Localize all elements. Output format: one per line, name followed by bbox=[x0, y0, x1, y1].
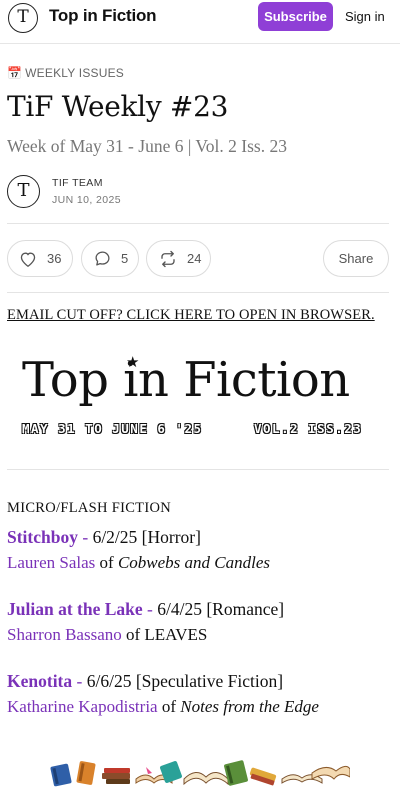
open-in-browser-link[interactable]: EMAIL CUT OFF? CLICK HERE TO OPEN IN BRO… bbox=[7, 307, 375, 324]
story-genre: [Horror] bbox=[141, 527, 201, 547]
publication-name: Cobwebs and Candles bbox=[117, 553, 271, 572]
banner-volume: VOL.2 ISS.23 bbox=[254, 421, 363, 436]
book-icon bbox=[249, 767, 277, 786]
story-link[interactable]: Julian at the Lake bbox=[7, 599, 143, 619]
author-link[interactable]: Lauren Salas bbox=[7, 553, 95, 572]
post-date: JUN 10, 2025 bbox=[52, 194, 122, 206]
story-date: 6/6/25 bbox=[86, 671, 132, 691]
section-label[interactable]: 📅 WEEKLY ISSUES bbox=[7, 66, 124, 80]
sign-in-link[interactable]: Sign in bbox=[345, 9, 385, 24]
book-icon bbox=[160, 761, 182, 783]
section-name: WEEKLY ISSUES bbox=[25, 66, 125, 80]
author-link[interactable]: Katharine Kapodistria bbox=[7, 697, 158, 716]
story-date: 6/4/25 bbox=[157, 599, 202, 619]
top-bar: T Top in Fiction Subscribe Sign in bbox=[0, 0, 400, 44]
list-item: Kenotita - 6/6/25 [Speculative Fiction] … bbox=[7, 671, 393, 717]
story-date: 6/2/25 bbox=[92, 527, 138, 547]
comment-icon bbox=[94, 250, 111, 267]
post-subtitle: Week of May 31 - June 6 | Vol. 2 Iss. 23 bbox=[7, 136, 287, 156]
comment-count: 5 bbox=[121, 251, 129, 266]
publication-name: Notes from the Edge bbox=[180, 697, 319, 716]
share-button[interactable]: Share bbox=[323, 240, 389, 277]
book-icon bbox=[50, 763, 72, 787]
like-count: 36 bbox=[47, 251, 62, 266]
divider bbox=[7, 292, 389, 293]
of-text: of bbox=[95, 553, 118, 572]
separator: - bbox=[77, 527, 93, 547]
author-avatar[interactable]: T bbox=[7, 175, 40, 208]
post-title: TiF Weekly #23 bbox=[7, 90, 229, 123]
comment-button[interactable]: 5 bbox=[81, 240, 139, 277]
list-item: Julian at the Lake - 6/4/25 [Romance] Sh… bbox=[7, 599, 393, 645]
publication-name: LEAVES bbox=[144, 625, 208, 644]
separator: - bbox=[72, 671, 87, 691]
subscribe-button[interactable]: Subscribe bbox=[258, 2, 333, 31]
story-genre: [Speculative Fiction] bbox=[135, 671, 284, 691]
of-text: of bbox=[157, 697, 181, 716]
restack-icon bbox=[159, 250, 177, 268]
publication-name[interactable]: Top in Fiction bbox=[49, 6, 157, 26]
publication-logo[interactable]: T bbox=[8, 3, 38, 33]
restack-count: 24 bbox=[187, 251, 202, 266]
calendar-icon: 📅 bbox=[7, 66, 23, 80]
category-heading: MICRO/FLASH FICTION bbox=[7, 500, 172, 516]
banner-title: Top in Fiction bbox=[22, 352, 350, 408]
banner-dates: MAY 31 TO JUNE 6 '25 bbox=[22, 421, 203, 436]
star-icon: ★ bbox=[126, 354, 140, 371]
share-label: Share bbox=[338, 251, 374, 266]
book-icon bbox=[102, 768, 130, 784]
list-item: Stitchboy - 6/2/25 [Horror] Lauren Salas… bbox=[7, 527, 393, 573]
like-button[interactable]: 36 bbox=[7, 240, 73, 277]
restack-button[interactable]: 24 bbox=[146, 240, 211, 277]
book-icon bbox=[76, 761, 96, 785]
author-link[interactable]: Sharron Bassano bbox=[7, 625, 122, 644]
divider bbox=[7, 223, 389, 224]
story-link[interactable]: Kenotita bbox=[7, 671, 72, 691]
story-genre: [Romance] bbox=[206, 599, 285, 619]
books-row-icon bbox=[50, 759, 351, 787]
author-name[interactable]: TIF TEAM bbox=[52, 177, 103, 189]
story-link[interactable]: Stitchboy bbox=[7, 527, 78, 547]
divider bbox=[7, 469, 389, 470]
heart-icon bbox=[19, 251, 37, 267]
of-text: of bbox=[121, 625, 145, 644]
open-book-icon bbox=[183, 772, 229, 786]
separator: - bbox=[142, 599, 158, 619]
